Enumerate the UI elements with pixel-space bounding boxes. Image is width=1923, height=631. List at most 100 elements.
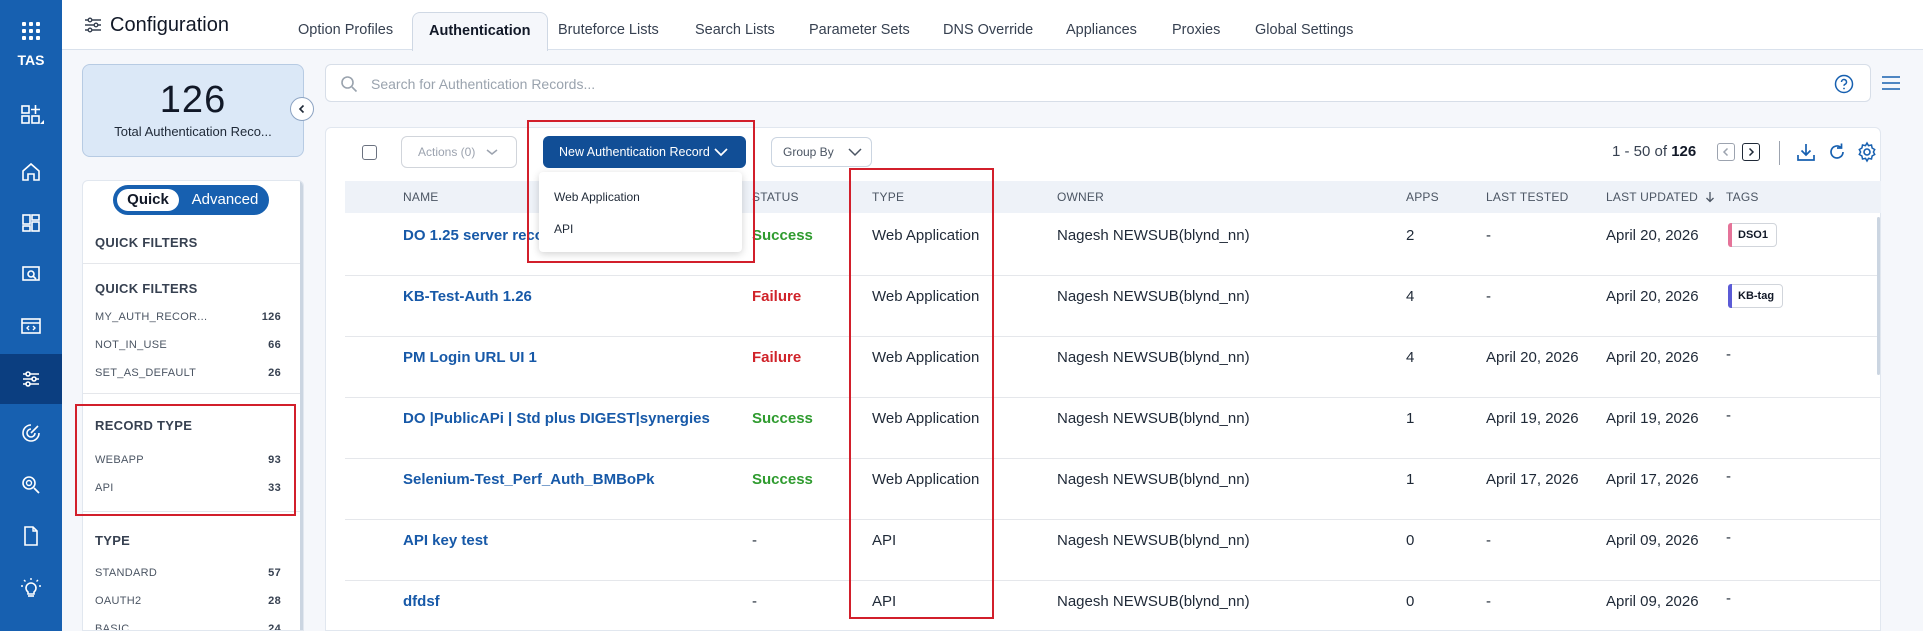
rail-item-configuration[interactable]: [0, 354, 62, 404]
record-owner: Nagesh NEWSUB(blynd_nn): [1057, 593, 1250, 610]
chevron-down-icon: [486, 149, 498, 155]
refresh-icon[interactable]: [1826, 141, 1848, 163]
tab-appliances[interactable]: Appliances: [1050, 12, 1153, 48]
col-name[interactable]: NAME: [403, 190, 438, 204]
filter-not-in-use[interactable]: NOT_IN_USE 66: [95, 339, 281, 351]
row-divider: [345, 275, 1881, 276]
status-failure: Failure: [752, 349, 802, 366]
apps-count: 4: [1406, 349, 1415, 366]
mode-quick[interactable]: Quick: [117, 189, 179, 211]
tab-global-settings[interactable]: Global Settings: [1239, 12, 1369, 48]
search-input[interactable]: Search for Authentication Records...: [371, 76, 595, 92]
quick-filters-heading: QUICK FILTERS: [95, 235, 198, 250]
rail-item-insights[interactable]: [0, 563, 62, 613]
tab-parameter-sets[interactable]: Parameter Sets: [793, 12, 926, 48]
record-owner: Nagesh NEWSUB(blynd_nn): [1057, 288, 1250, 305]
col-tags[interactable]: TAGS: [1726, 190, 1759, 204]
help-icon[interactable]: [1834, 74, 1854, 94]
divider: [83, 263, 303, 264]
app-switcher[interactable]: TAS: [0, 0, 62, 80]
status-success: Success: [752, 410, 813, 427]
highlight-box-record-type: [75, 404, 296, 516]
hamburger-menu-icon[interactable]: [1881, 75, 1901, 91]
last-updated: April 20, 2026: [1606, 349, 1699, 366]
tab-option-profiles[interactable]: Option Profiles: [282, 12, 409, 48]
last-updated: April 20, 2026: [1606, 288, 1699, 305]
rail-item-scans[interactable]: [0, 249, 62, 299]
dashboard-icon: [22, 214, 40, 232]
tab-search-lists[interactable]: Search Lists: [679, 12, 791, 48]
filter-set-as-default[interactable]: SET_AS_DEFAULT 26: [95, 367, 281, 379]
chevron-down-icon: [848, 148, 862, 157]
col-apps[interactable]: APPS: [1406, 190, 1439, 204]
rail-item-widgets[interactable]: [0, 90, 62, 140]
magnify-target-icon: [22, 476, 40, 494]
widgets-icon: [21, 105, 44, 124]
tags-empty: -: [1726, 407, 1731, 424]
group-by-dropdown[interactable]: Group By: [771, 137, 872, 167]
status-empty: -: [752, 593, 757, 610]
document-icon: [24, 526, 38, 546]
tab-authentication[interactable]: Authentication: [412, 12, 548, 51]
apps-count: 0: [1406, 532, 1415, 549]
last-updated: April 17, 2026: [1606, 471, 1699, 488]
search-icon: [341, 76, 358, 93]
col-last-updated[interactable]: LAST UPDATED: [1606, 190, 1715, 204]
tag-badge[interactable]: DSO1: [1728, 223, 1777, 247]
last-tested: -: [1486, 532, 1491, 549]
rail-item-detections[interactable]: [0, 408, 62, 458]
tag-badge[interactable]: KB-tag: [1728, 284, 1784, 308]
row-divider: [345, 397, 1881, 398]
record-name-link[interactable]: API key test: [403, 532, 488, 549]
mode-advanced[interactable]: Advanced: [185, 189, 265, 211]
top-bar: Configuration Option Profiles Authentica…: [62, 0, 1923, 51]
next-page-button[interactable]: [1742, 143, 1760, 161]
filter-basic[interactable]: BASIC 24: [95, 623, 281, 630]
filter-standard[interactable]: STANDARD 57: [95, 567, 281, 579]
table-scrollbar[interactable]: [1877, 217, 1880, 375]
quick-filters-subheading: QUICK FILTERS: [95, 281, 198, 296]
sliders-icon: [23, 371, 39, 387]
col-last-tested[interactable]: LAST TESTED: [1486, 190, 1568, 204]
record-name-link[interactable]: PM Login URL UI 1: [403, 349, 537, 366]
tab-bruteforce-lists[interactable]: Bruteforce Lists: [542, 12, 675, 48]
filter-mode-toggle[interactable]: Quick Advanced: [113, 185, 269, 215]
settings-gear-icon[interactable]: [1856, 141, 1878, 163]
col-owner[interactable]: OWNER: [1057, 190, 1104, 204]
filter-oauth2[interactable]: OAUTH2 28: [95, 595, 281, 607]
row-divider: [345, 519, 1881, 520]
rail-item-reports[interactable]: [0, 511, 62, 561]
search-bar[interactable]: Search for Authentication Records...: [325, 64, 1871, 102]
select-all-checkbox[interactable]: [362, 145, 377, 160]
tab-dns-override[interactable]: DNS Override: [927, 12, 1049, 48]
last-tested: April 20, 2026: [1486, 349, 1579, 366]
collapse-panel-button[interactable]: [290, 97, 314, 121]
highlight-box-new-record: [527, 120, 755, 263]
record-owner: Nagesh NEWSUB(blynd_nn): [1057, 532, 1250, 549]
configuration-sliders-icon: [85, 17, 101, 33]
toolbar-divider: [1779, 141, 1780, 165]
actions-dropdown[interactable]: Actions (0): [401, 136, 517, 168]
last-tested: -: [1486, 227, 1491, 244]
type-heading: TYPE: [95, 533, 131, 548]
tab-proxies[interactable]: Proxies: [1156, 12, 1236, 48]
chevron-left-icon: [298, 104, 305, 114]
last-tested: -: [1486, 593, 1491, 610]
last-tested: April 17, 2026: [1486, 471, 1579, 488]
rail-item-dashboard[interactable]: [0, 198, 62, 248]
filter-scrollbar[interactable]: [300, 181, 303, 630]
col-status[interactable]: STATUS: [752, 190, 799, 204]
filter-my-auth-records[interactable]: MY_AUTH_RECOR... 126: [95, 311, 281, 323]
record-name-link[interactable]: dfdsf: [403, 593, 440, 610]
record-name-link[interactable]: KB-Test-Auth 1.26: [403, 288, 532, 305]
rail-item-home[interactable]: [0, 147, 62, 197]
record-owner: Nagesh NEWSUB(blynd_nn): [1057, 471, 1250, 488]
rail-item-web-apps[interactable]: [0, 301, 62, 351]
download-icon[interactable]: [1795, 141, 1817, 163]
total-count-label: Total Authentication Reco...: [114, 124, 272, 139]
record-name-link[interactable]: Selenium-Test_Perf_Auth_BMBoPk: [403, 471, 654, 488]
highlight-box-type-column: [849, 168, 994, 619]
previous-page-button[interactable]: [1717, 143, 1735, 161]
rail-item-discovery[interactable]: [0, 460, 62, 510]
record-name-link[interactable]: DO |PublicAPi | Std plus DIGEST|synergie…: [403, 410, 710, 427]
